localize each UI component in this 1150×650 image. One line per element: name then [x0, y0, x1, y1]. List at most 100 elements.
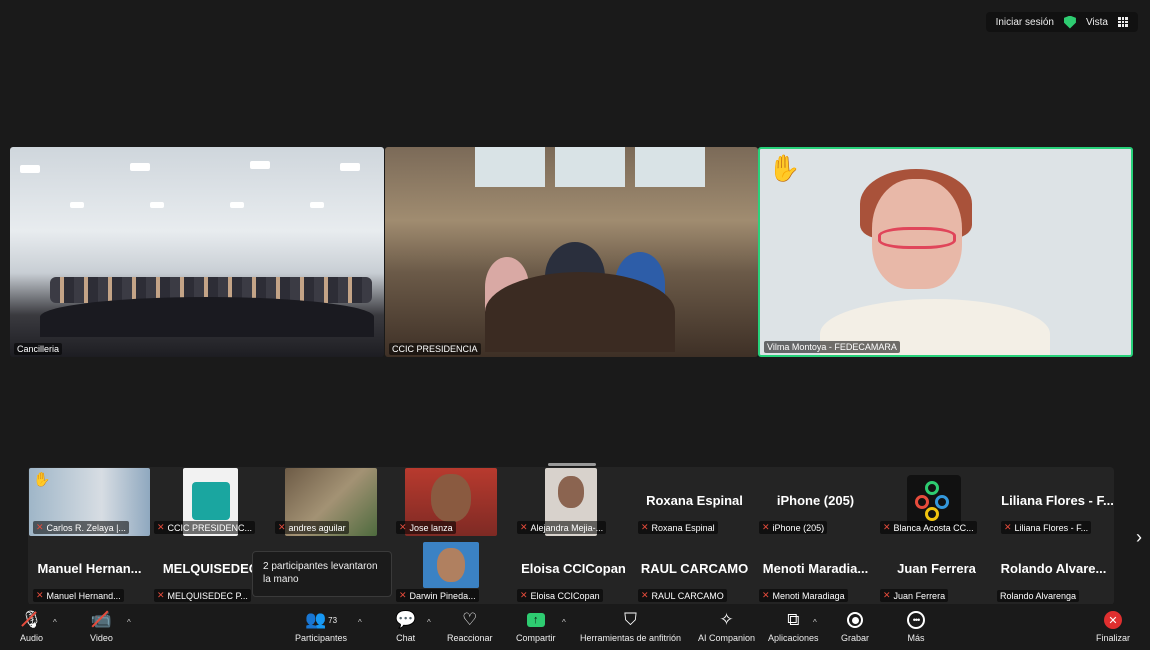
participant-name-large: Rolando Alvare... — [1000, 561, 1107, 576]
record-icon — [847, 610, 863, 630]
participant-name-large: RAUL CARCAMO — [640, 561, 749, 576]
participant-label: ✕ Roxana Espinal — [638, 521, 718, 534]
mic-off-icon: ✕ — [36, 522, 44, 532]
shield-icon: ⛉ — [624, 610, 637, 629]
participant-label: ✕ RAUL CARCAMO — [638, 589, 727, 602]
participant-label: ✕ MELQUISEDEC P... — [154, 589, 251, 602]
participant-tile[interactable]: Menoti Maradia... ✕ Menoti Maradiaga — [755, 536, 876, 604]
participant-tile[interactable]: Rolando Alvare... Rolando Alvarenga — [993, 536, 1114, 604]
raised-hand-icon: ✋ — [33, 471, 51, 487]
participant-label: ✕ Eloisa CCICopan — [517, 589, 603, 602]
ai-companion-button[interactable]: ✧ AI Companion — [698, 610, 755, 643]
participant-label: ✕ Alejandra Mejia-... — [517, 521, 607, 534]
apps-options-caret-icon[interactable]: ^ — [813, 618, 817, 627]
participant-tile[interactable]: Juan Ferrera ✕ Juan Ferrera — [876, 536, 997, 604]
security-shield-icon[interactable] — [1063, 15, 1076, 29]
participant-name-large: Juan Ferrera — [897, 561, 976, 576]
participant-name-large: Manuel Hernan... — [37, 561, 142, 576]
audio-options-caret-icon[interactable]: ^ — [53, 618, 57, 627]
mic-off-icon: ✕ — [399, 522, 407, 532]
participant-label: Rolando Alvarenga — [997, 590, 1080, 602]
view-button[interactable]: Vista — [1086, 17, 1108, 28]
participant-tile[interactable]: RAUL CARCAMO ✕ RAUL CARCAMO — [634, 536, 755, 604]
top-bar: Iniciar sesión Vista — [985, 12, 1138, 32]
grid-view-icon[interactable] — [1118, 17, 1128, 27]
participant-name-large: iPhone (205) — [776, 493, 855, 508]
participants-count: 73 — [328, 615, 338, 625]
video-button[interactable]: 📹 Video — [90, 610, 113, 643]
people-icon: 👥 73 — [304, 610, 338, 629]
chat-options-caret-icon[interactable]: ^ — [427, 618, 431, 627]
signin-link[interactable]: Iniciar sesión — [996, 17, 1054, 28]
participant-label: ✕ Manuel Hernand... — [33, 589, 124, 602]
participant-name-large: Liliana Flores - F... — [1001, 493, 1114, 508]
participant-label: ✕ Blanca Acosta CC... — [880, 521, 977, 534]
chat-button[interactable]: 💬 Chat — [395, 610, 416, 643]
mic-off-icon: ✕ — [762, 522, 770, 532]
participants-options-caret-icon[interactable]: ^ — [358, 618, 362, 627]
speaker-glasses — [878, 227, 956, 249]
react-button[interactable]: ♡ Reaccionar — [447, 610, 493, 643]
mic-off-icon: ✕ — [36, 590, 44, 600]
more-icon: ••• — [907, 610, 925, 630]
video-off-icon: 📹 — [90, 610, 113, 629]
tile-name: Vilma Montoya - FEDECAMARA — [764, 341, 900, 353]
participant-label: ✕ CCIC PRESIDENC... — [154, 521, 256, 534]
participant-tile[interactable]: Manuel Hernan... ✕ Manuel Hernand... — [29, 536, 150, 604]
participant-label: ✕ Juan Ferrera — [880, 589, 949, 602]
tile-name: Cancilleria — [14, 343, 63, 355]
mic-off-icon: ✕ — [278, 522, 286, 532]
audio-button[interactable]: 🎙 Audio — [20, 610, 43, 643]
participant-tile[interactable]: ✕ Darwin Pineda... — [392, 536, 513, 604]
conference-table — [40, 297, 374, 337]
participant-tile[interactable]: ✋ ✕ Carlos R. Zelaya |... — [29, 468, 150, 536]
participant-name-large: Eloisa CCICopan — [521, 561, 626, 576]
record-button[interactable]: Grabar — [841, 610, 869, 643]
share-screen-icon: ↑ — [526, 610, 545, 630]
raised-hands-tooltip: 2 participantes levantaron la mano — [252, 551, 392, 597]
participant-label: ✕ Liliana Flores - F... — [1001, 521, 1092, 534]
mic-off-icon: ✕ — [641, 590, 649, 600]
mic-off-icon: ✕ — [641, 522, 649, 532]
video-tile-cancilleria[interactable]: Cancilleria — [10, 147, 384, 357]
participant-tile[interactable]: ✕ Blanca Acosta CC... — [876, 468, 997, 536]
mic-off-icon: ✕ — [520, 522, 528, 532]
mic-off-icon: 🎙 — [20, 610, 43, 629]
close-icon: ✕ — [1104, 610, 1122, 630]
mic-off-icon: ✕ — [762, 590, 770, 600]
video-tile-ccic-presidencia[interactable]: CCIC PRESIDENCIA — [385, 147, 758, 357]
strip-resize-handle[interactable] — [548, 463, 596, 466]
mic-off-icon: ✕ — [157, 590, 165, 600]
share-button[interactable]: ↑ Compartir — [516, 610, 556, 643]
participant-label: ✕ Darwin Pineda... — [396, 589, 479, 602]
video-tile-active-speaker[interactable]: ✋ Vilma Montoya - FEDECAMARA — [758, 147, 1133, 357]
participant-tile[interactable]: Roxana Espinal ✕ Roxana Espinal — [634, 468, 755, 536]
more-button[interactable]: ••• Más — [907, 610, 925, 643]
meeting-toolbar: 🎙 Audio ^ 📹 Video ^ 👥 73 Participantes ^ … — [0, 604, 1150, 650]
participant-label: ✕ Jose lanza — [396, 521, 456, 534]
participant-tile[interactable]: ✕ Alejandra Mejia-... — [513, 468, 634, 536]
host-tools-button[interactable]: ⛉ Herramientas de anfitrión — [580, 610, 681, 643]
chat-icon: 💬 — [395, 610, 417, 629]
participant-tile[interactable]: ✕ andres aguilar — [271, 468, 392, 536]
apps-button[interactable]: ⧉ Aplicaciones — [768, 610, 819, 643]
participant-tile[interactable]: ✕ CCIC PRESIDENC... — [150, 468, 271, 536]
mic-off-icon: ✕ — [520, 590, 528, 600]
sparkle-icon: ✧ — [719, 610, 734, 629]
raised-hand-icon: ✋ — [768, 153, 801, 183]
share-options-caret-icon[interactable]: ^ — [562, 618, 566, 627]
end-meeting-button[interactable]: ✕ Finalizar — [1096, 610, 1130, 643]
chevron-right-icon[interactable]: › — [1136, 527, 1142, 548]
mic-off-icon: ✕ — [883, 590, 891, 600]
video-options-caret-icon[interactable]: ^ — [127, 618, 131, 627]
participant-tile[interactable]: iPhone (205) ✕ iPhone (205) — [755, 468, 876, 536]
participant-label: ✕ Menoti Maradiaga — [759, 589, 848, 602]
participant-tile[interactable]: ✕ Jose lanza — [392, 468, 513, 536]
mic-off-icon: ✕ — [399, 590, 407, 600]
mic-off-icon: ✕ — [1004, 522, 1012, 532]
participants-button[interactable]: 👥 73 Participantes — [295, 610, 347, 643]
participant-tile[interactable]: Eloisa CCICopan ✕ Eloisa CCICopan — [513, 536, 634, 604]
mic-off-icon: ✕ — [883, 522, 891, 532]
participant-name-large: Roxana Espinal — [646, 493, 743, 508]
participant-tile[interactable]: Liliana Flores - F... ✕ Liliana Flores - … — [997, 468, 1118, 536]
